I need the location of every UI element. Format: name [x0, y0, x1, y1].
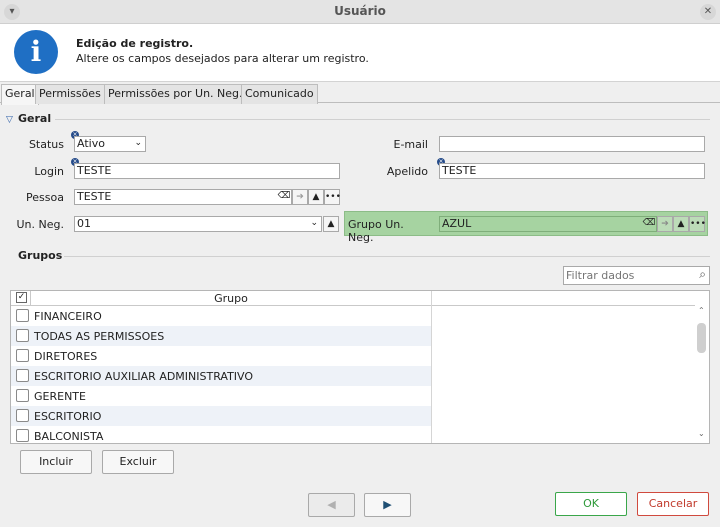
lookup-up-icon[interactable]: ▲ — [308, 189, 324, 205]
row-label: FINANCEIRO — [34, 310, 102, 323]
table-row[interactable]: ESCRITORIO — [11, 406, 431, 426]
row-checkbox[interactable] — [16, 369, 29, 382]
window-title: Usuário — [334, 4, 386, 18]
status-select[interactable]: Ativo ⌄ — [74, 136, 146, 152]
row-label: DIRETORES — [34, 350, 98, 363]
row-checkbox[interactable] — [16, 349, 29, 362]
row-checkbox[interactable] — [16, 389, 29, 402]
email-field[interactable] — [439, 136, 705, 152]
row-checkbox[interactable] — [16, 329, 29, 342]
dialog-window: Usuário ▾ ✕ i Edição de registro. Altere… — [0, 0, 720, 527]
cancel-button[interactable]: Cancelar — [637, 492, 709, 516]
lookup-up-icon[interactable]: ▲ — [673, 216, 689, 232]
title-bar: Usuário ▾ ✕ — [0, 0, 720, 24]
row-checkbox[interactable] — [16, 409, 29, 422]
chevron-down-icon: ⌄ — [134, 138, 142, 148]
divider — [64, 256, 710, 257]
scroll-up-icon[interactable]: ⌃ — [698, 306, 705, 315]
row-checkbox[interactable] — [16, 429, 29, 442]
search-icon[interactable]: ⌕ — [699, 267, 706, 282]
previous-icon[interactable]: ◀ — [308, 493, 355, 517]
collapse-icon[interactable]: ▽ — [6, 112, 13, 125]
grupo-unneg-label: Grupo Un. Neg. — [348, 218, 404, 244]
row-label: ESCRITORIO — [34, 410, 102, 423]
groups-table: ✓ Grupo FINANCEIRO TODAS AS PERMISSOES D… — [10, 290, 710, 444]
row-label: ESCRITORIO AUXILIAR ADMINISTRATIVO — [34, 370, 254, 383]
info-header: i Edição de registro. Altere os campos d… — [0, 24, 720, 82]
unneg-select[interactable]: 01 ⌄ — [74, 216, 322, 232]
column-header-grupo[interactable]: Grupo — [31, 292, 431, 305]
tab-comunicado[interactable]: Comunicado — [241, 84, 318, 104]
tab-permissoes-un-neg[interactable]: Permissões por Un. Neg. — [104, 84, 247, 104]
tab-bar: Geral Permissões Permissões por Un. Neg.… — [0, 83, 720, 105]
table-row[interactable]: TODAS AS PERMISSOES — [11, 326, 431, 346]
table-header: ✓ Grupo — [11, 291, 695, 443]
pessoa-label: Pessoa — [26, 191, 64, 204]
apelido-label: Apelido — [386, 165, 428, 178]
unneg-value: 01 — [77, 217, 91, 230]
include-button[interactable]: Incluir — [20, 450, 92, 474]
close-icon[interactable]: ✕ — [700, 4, 716, 20]
row-label: BALCONISTA — [34, 430, 104, 443]
info-icon: i — [14, 30, 58, 74]
tab-permissoes[interactable]: Permissões — [35, 84, 105, 104]
goto-arrow-icon[interactable]: ➔ — [292, 189, 308, 205]
login-label: Login — [34, 165, 64, 178]
status-value: Ativo — [77, 137, 105, 150]
header-subtitle: Altere os campos desejados para alterar … — [76, 52, 369, 65]
table-row[interactable]: FINANCEIRO — [11, 306, 431, 326]
filter-search[interactable]: ⌕ — [563, 266, 710, 285]
chevron-down-icon: ⌄ — [310, 218, 318, 228]
scrollbar-thumb[interactable] — [697, 323, 706, 353]
select-all-checkbox[interactable]: ✓ — [16, 292, 27, 303]
minimize-icon[interactable]: ▾ — [4, 4, 20, 20]
apelido-field[interactable]: TESTE — [439, 163, 705, 179]
unneg-label: Un. Neg. — [16, 218, 65, 231]
row-label: TODAS AS PERMISSOES — [34, 330, 165, 343]
table-row[interactable]: BALCONISTA — [11, 426, 431, 443]
section-title-grupos: Grupos — [18, 249, 63, 262]
status-label: Status — [28, 138, 64, 151]
more-options-icon[interactable]: ••• — [324, 189, 341, 205]
column-divider — [431, 291, 432, 443]
pessoa-field[interactable]: TESTE — [74, 189, 292, 205]
ok-button[interactable]: OK — [555, 492, 627, 516]
next-icon[interactable]: ▶ — [364, 493, 411, 517]
search-input[interactable] — [566, 268, 690, 283]
table-row[interactable]: GERENTE — [11, 386, 431, 406]
goto-arrow-icon[interactable]: ➔ — [657, 216, 673, 232]
clear-icon[interactable]: ⌫ — [641, 216, 657, 232]
vertical-scrollbar[interactable]: ⌃ ⌄ — [695, 291, 709, 443]
table-row[interactable]: ESCRITORIO AUXILIAR ADMINISTRATIVO — [11, 366, 431, 386]
tab-geral[interactable]: Geral — [1, 84, 39, 105]
section-title-geral: Geral — [18, 112, 52, 125]
row-checkbox[interactable] — [16, 309, 29, 322]
table-row[interactable]: DIRETORES — [11, 346, 431, 366]
grupo-unneg-field[interactable]: AZUL — [439, 216, 657, 232]
exclude-button[interactable]: Excluir — [102, 450, 174, 474]
divider — [55, 119, 710, 120]
scroll-down-icon[interactable]: ⌄ — [698, 429, 705, 438]
more-options-icon[interactable]: ••• — [689, 216, 706, 232]
clear-icon[interactable]: ⌫ — [276, 189, 292, 205]
email-label: E-mail — [393, 138, 429, 151]
header-title: Edição de registro. — [76, 37, 194, 50]
login-field[interactable]: TESTE — [74, 163, 340, 179]
lookup-up-icon[interactable]: ▲ — [323, 216, 339, 232]
row-label: GERENTE — [34, 390, 86, 403]
